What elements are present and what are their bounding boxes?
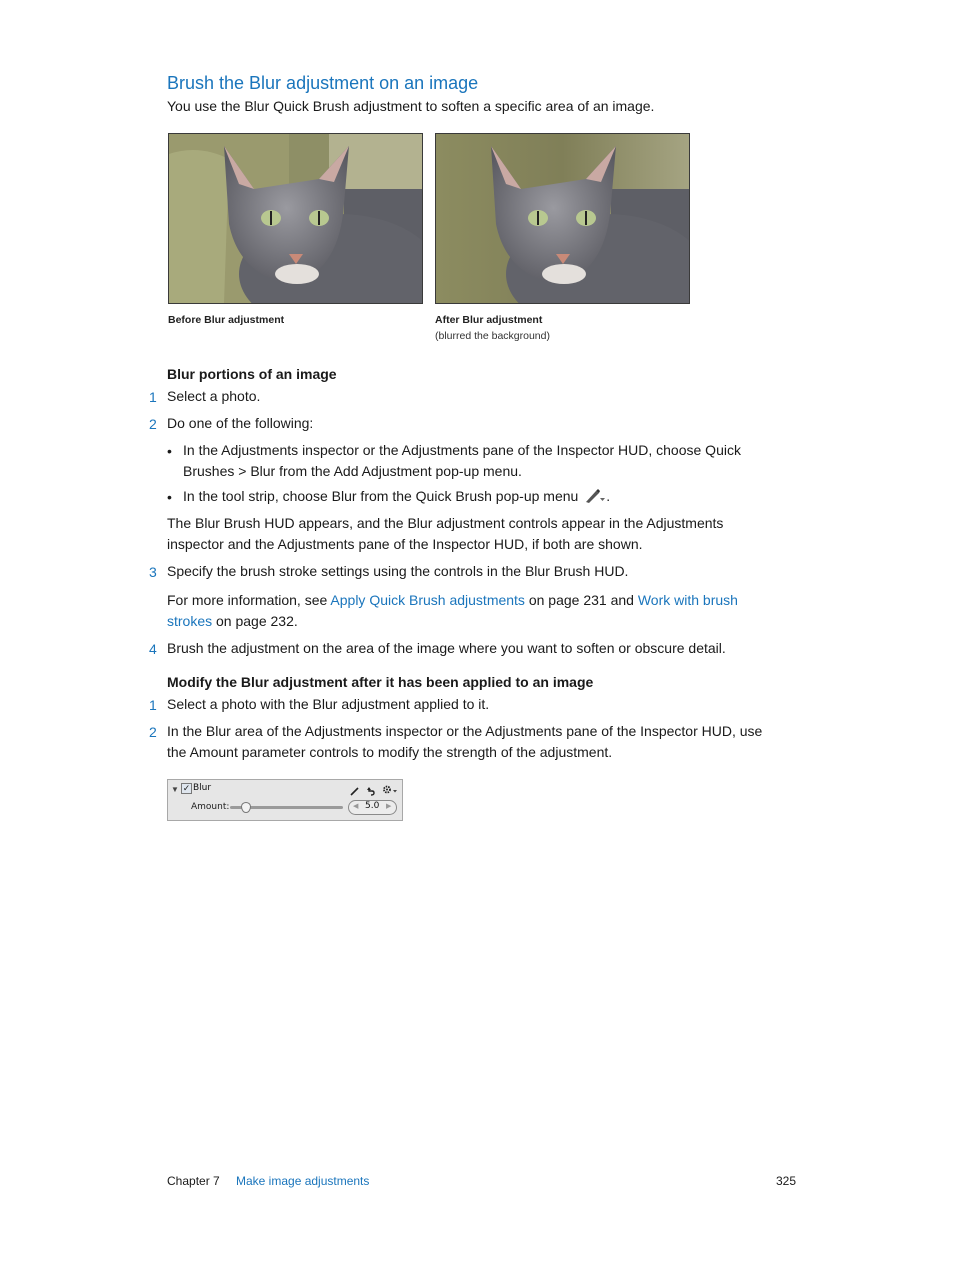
reset-icon[interactable] bbox=[366, 783, 376, 801]
footer-chapter: Chapter 7 bbox=[167, 1174, 220, 1188]
before-caption: Before Blur adjustment bbox=[168, 314, 285, 326]
amount-label: Amount: bbox=[191, 802, 230, 812]
disclosure-triangle-icon[interactable]: ▼ bbox=[171, 785, 179, 794]
more-info-line: For more information, see Apply Quick Br… bbox=[167, 590, 738, 611]
bullet-text-end: . bbox=[606, 488, 611, 504]
task2-heading: Modify the Blur adjustment after it has … bbox=[167, 674, 594, 690]
task1-heading: Blur portions of an image bbox=[167, 366, 337, 382]
link-apply-quick-brush-adjustments[interactable]: Apply Quick Brush adjustments bbox=[330, 592, 525, 608]
amount-value[interactable]: 5.0 bbox=[365, 801, 379, 811]
more-info-prefix: For more information, see bbox=[167, 592, 331, 608]
step-text: Brush the adjustment on the area of the … bbox=[167, 640, 726, 656]
link-work-with-brush-strokes[interactable]: Work with brush bbox=[638, 592, 738, 608]
step-number: 3 bbox=[149, 564, 157, 580]
bullet-text: Brushes > Blur from the Add Adjustment p… bbox=[183, 463, 522, 479]
step-number: 1 bbox=[149, 389, 157, 405]
quick-brush-popup-icon bbox=[584, 488, 606, 510]
section-title: Brush the Blur adjustment on an image bbox=[167, 73, 479, 93]
before-photo bbox=[168, 133, 423, 304]
step-text: Select a photo with the Blur adjustment … bbox=[167, 696, 490, 712]
footer-chapter-link[interactable]: Make image adjustments bbox=[236, 1174, 369, 1188]
bullet-text: In the tool strip, choose Blur from the … bbox=[183, 486, 610, 510]
page-number: 325 bbox=[776, 1174, 797, 1188]
increment-arrow-icon[interactable]: ▶ bbox=[386, 802, 391, 810]
gear-icon[interactable] bbox=[382, 782, 398, 800]
bullet-text-main: In the tool strip, choose Blur from the … bbox=[183, 488, 579, 504]
amount-slider-thumb[interactable] bbox=[241, 802, 252, 813]
blur-title: Blur bbox=[193, 783, 212, 793]
step-text: Specify the brush stroke settings using … bbox=[167, 563, 629, 579]
after-photo bbox=[435, 133, 690, 304]
step-text: In the Blur area of the Adjustments insp… bbox=[167, 723, 763, 739]
blur-enable-checkbox[interactable]: ✓ bbox=[181, 783, 192, 794]
more-info-mid: on page 231 and bbox=[524, 592, 638, 608]
bullet-marker: • bbox=[167, 443, 172, 459]
paragraph-line: inspector and the Adjustments pane of th… bbox=[167, 536, 643, 552]
step-text: the Amount parameter controls to modify … bbox=[167, 744, 613, 760]
paragraph-line: The Blur Brush HUD appears, and the Blur… bbox=[167, 515, 724, 531]
step-number: 2 bbox=[149, 724, 157, 740]
step-number: 2 bbox=[149, 416, 157, 432]
blur-adjustment-panel: ▼ ✓ Blur Amount: ◀ 5.0 ▶ bbox=[167, 779, 403, 821]
link-work-with-brush-strokes-cont[interactable]: strokes bbox=[167, 613, 212, 629]
section-intro: You use the Blur Quick Brush adjustment … bbox=[167, 98, 655, 114]
decrement-arrow-icon[interactable]: ◀ bbox=[353, 802, 358, 810]
step-number: 4 bbox=[149, 641, 157, 657]
step-number: 1 bbox=[149, 697, 157, 713]
step-text: Select a photo. bbox=[167, 388, 261, 404]
more-info-line: strokes on page 232. bbox=[167, 611, 298, 632]
more-info-suffix: on page 232. bbox=[212, 613, 298, 629]
after-caption: After Blur adjustment bbox=[435, 314, 543, 326]
brush-icon[interactable] bbox=[350, 783, 360, 801]
amount-value-field[interactable]: ◀ 5.0 ▶ bbox=[348, 800, 397, 815]
after-subcaption: (blurred the background) bbox=[435, 330, 550, 342]
amount-slider[interactable] bbox=[230, 802, 343, 813]
bullet-marker: • bbox=[167, 489, 172, 505]
step-text: Do one of the following: bbox=[167, 415, 314, 431]
bullet-text: In the Adjustments inspector or the Adju… bbox=[183, 442, 741, 458]
